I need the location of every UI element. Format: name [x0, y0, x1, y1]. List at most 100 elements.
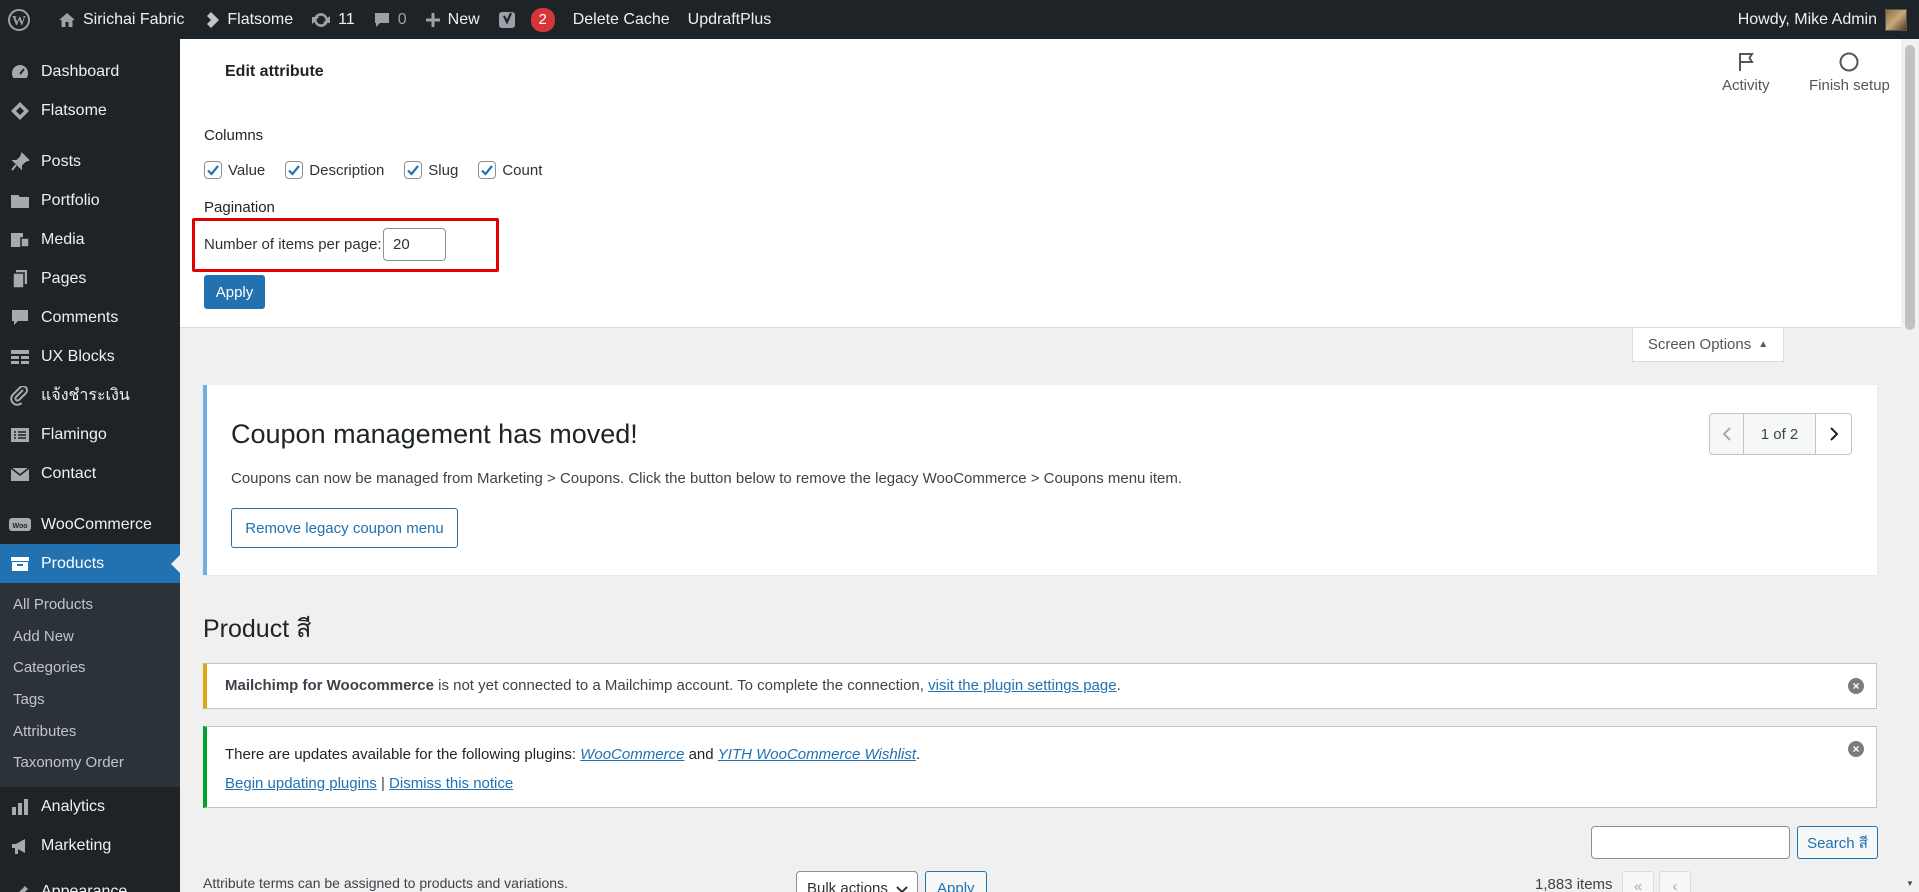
- chevron-left-icon[interactable]: [1710, 414, 1744, 454]
- sidebar-item-label: WooCommerce: [41, 515, 152, 533]
- sidebar-item-pages[interactable]: Pages: [0, 259, 180, 298]
- submenu-tags[interactable]: Tags: [0, 684, 180, 716]
- chevron-right-icon[interactable]: [1815, 414, 1851, 454]
- avatar: [1885, 8, 1907, 31]
- first-page-button[interactable]: «: [1622, 871, 1654, 892]
- sidebar-item-dashboard[interactable]: Dashboard: [0, 52, 180, 91]
- pagination-legend: Pagination: [204, 199, 275, 216]
- products-submenu: All Products Add New Categories Tags Att…: [0, 583, 180, 788]
- sidebar-item-label: Pages: [41, 269, 87, 287]
- woo-icon: Woo: [9, 514, 31, 536]
- finish-setup-button[interactable]: Finish setup: [1809, 51, 1890, 94]
- apply-screen-options-button[interactable]: Apply: [204, 275, 265, 309]
- yith-wishlist-plugin-link[interactable]: YITH WooCommerce Wishlist: [718, 746, 916, 763]
- wordpress-logo-icon[interactable]: W: [0, 0, 49, 39]
- sidebar-item-label: UX Blocks: [41, 347, 115, 365]
- scroll-down-arrow-icon[interactable]: ▼: [1906, 879, 1914, 888]
- sidebar-item-flatsome[interactable]: Flatsome: [0, 91, 180, 130]
- sidebar-item-flamingo[interactable]: Flamingo: [0, 415, 180, 454]
- account-menu[interactable]: Howdy, Mike Admin: [1729, 0, 1919, 39]
- site-name-link[interactable]: Sirichai Fabric: [49, 0, 193, 39]
- column-toggle-value[interactable]: Value: [204, 161, 265, 179]
- coupon-notice-title: Coupon management has moved!: [231, 419, 638, 449]
- sidebar-item-label: Analytics: [41, 797, 106, 815]
- screen-options-toggle[interactable]: Screen Options ▲: [1632, 328, 1784, 362]
- dismiss-notice-link[interactable]: Dismiss this notice: [389, 775, 513, 792]
- bulk-actions-select[interactable]: Bulk actions: [796, 871, 918, 892]
- submenu-attributes[interactable]: Attributes: [0, 716, 180, 748]
- mailchimp-end: .: [1116, 677, 1121, 694]
- notice-pager: 1 of 2: [1709, 413, 1852, 455]
- delete-cache-label: Delete Cache: [572, 10, 670, 28]
- sidebar-item-comments[interactable]: Comments: [0, 298, 180, 337]
- prev-page-button[interactable]: ‹: [1659, 871, 1691, 892]
- new-content-link[interactable]: New: [416, 0, 489, 39]
- submenu-all-products[interactable]: All Products: [0, 589, 180, 621]
- home-icon: [59, 12, 75, 27]
- pager-label: 1 of 2: [1760, 425, 1799, 443]
- begin-updating-link[interactable]: Begin updating plugins: [225, 775, 377, 792]
- sidebar-item-marketing[interactable]: Marketing: [0, 826, 180, 865]
- archive-icon: [9, 553, 31, 575]
- woocommerce-plugin-link[interactable]: WooCommerce: [580, 746, 684, 763]
- checkbox-checked-icon[interactable]: [285, 161, 304, 179]
- bulk-apply-button[interactable]: Apply: [925, 871, 987, 892]
- submenu-add-new[interactable]: Add New: [0, 621, 180, 653]
- activity-button[interactable]: Activity: [1722, 51, 1770, 94]
- attribute-description: Attribute terms can be assigned to produ…: [203, 875, 568, 891]
- yoast-link[interactable]: 2: [489, 0, 564, 39]
- comments-link[interactable]: 0: [364, 0, 416, 39]
- coupon-notice-text: Coupons can now be managed from Marketin…: [231, 470, 1183, 487]
- screen-options-panel: Edit attribute Activity Finish setup Col…: [180, 39, 1901, 328]
- delete-cache-link[interactable]: Delete Cache: [564, 0, 679, 39]
- search-input[interactable]: [1591, 826, 1790, 859]
- sidebar-item-label: Flamingo: [41, 425, 107, 443]
- sidebar-item-media[interactable]: Media: [0, 220, 180, 259]
- remove-legacy-coupon-button[interactable]: Remove legacy coupon menu: [231, 508, 458, 548]
- per-page-input[interactable]: [383, 228, 446, 261]
- updates-count: 11: [338, 10, 355, 28]
- sidebar-item-analytics[interactable]: Analytics: [0, 787, 180, 826]
- flatsome-link[interactable]: Flatsome: [193, 0, 302, 39]
- pin-icon: [9, 151, 31, 173]
- sidebar-item-contact[interactable]: Contact: [0, 454, 180, 493]
- mailchimp-text: is not yet connected to a Mailchimp acco…: [433, 677, 929, 694]
- sidebar-item-ux-blocks[interactable]: UX Blocks: [0, 337, 180, 376]
- sidebar-item-appearance[interactable]: Appearance: [0, 877, 180, 892]
- updraftplus-link[interactable]: UpdraftPlus: [679, 0, 781, 39]
- sidebar-item-woocommerce[interactable]: Woo WooCommerce: [0, 505, 180, 544]
- updates-and: and: [684, 746, 718, 763]
- updates-notice-actions: Begin updating plugins | Dismiss this no…: [225, 775, 513, 792]
- submenu-categories[interactable]: Categories: [0, 652, 180, 684]
- sidebar-item-posts[interactable]: Posts: [0, 142, 180, 181]
- sidebar-item-payment-notice[interactable]: แจ้งชำระเงิน: [0, 376, 180, 415]
- column-toggle-description[interactable]: Description: [285, 161, 384, 179]
- checkbox-checked-icon[interactable]: [478, 161, 497, 179]
- dismiss-icon[interactable]: ×: [1848, 678, 1864, 694]
- chevron-down-icon: [896, 886, 908, 892]
- sidebar-item-label: Portfolio: [41, 191, 100, 209]
- updates-link[interactable]: 11: [302, 0, 364, 39]
- circle-icon: [1839, 52, 1859, 72]
- column-label: Description: [309, 161, 385, 179]
- updates-end: .: [916, 746, 921, 763]
- sidebar-item-label: Posts: [41, 152, 82, 170]
- scrollbar[interactable]: ▼: [1901, 39, 1919, 892]
- columns-legend: Columns: [204, 127, 264, 144]
- sidebar-item-label: Contact: [41, 464, 97, 482]
- column-toggle-count[interactable]: Count: [478, 161, 542, 179]
- submenu-taxonomy-order[interactable]: Taxonomy Order: [0, 747, 180, 779]
- howdy-text: Howdy, Mike Admin: [1737, 10, 1877, 28]
- grid-icon: [9, 346, 31, 368]
- column-label: Count: [502, 161, 543, 179]
- search-button[interactable]: Search สี: [1797, 826, 1878, 859]
- media-icon: [9, 229, 31, 251]
- checkbox-checked-icon[interactable]: [204, 161, 222, 179]
- dismiss-icon[interactable]: ×: [1848, 741, 1864, 757]
- column-toggle-slug[interactable]: Slug: [404, 161, 458, 179]
- scrollbar-thumb[interactable]: [1905, 45, 1915, 330]
- plugin-settings-link[interactable]: visit the plugin settings page: [928, 677, 1116, 694]
- sidebar-item-portfolio[interactable]: Portfolio: [0, 181, 180, 220]
- checkbox-checked-icon[interactable]: [404, 161, 423, 179]
- sidebar-item-products[interactable]: Products: [0, 544, 180, 583]
